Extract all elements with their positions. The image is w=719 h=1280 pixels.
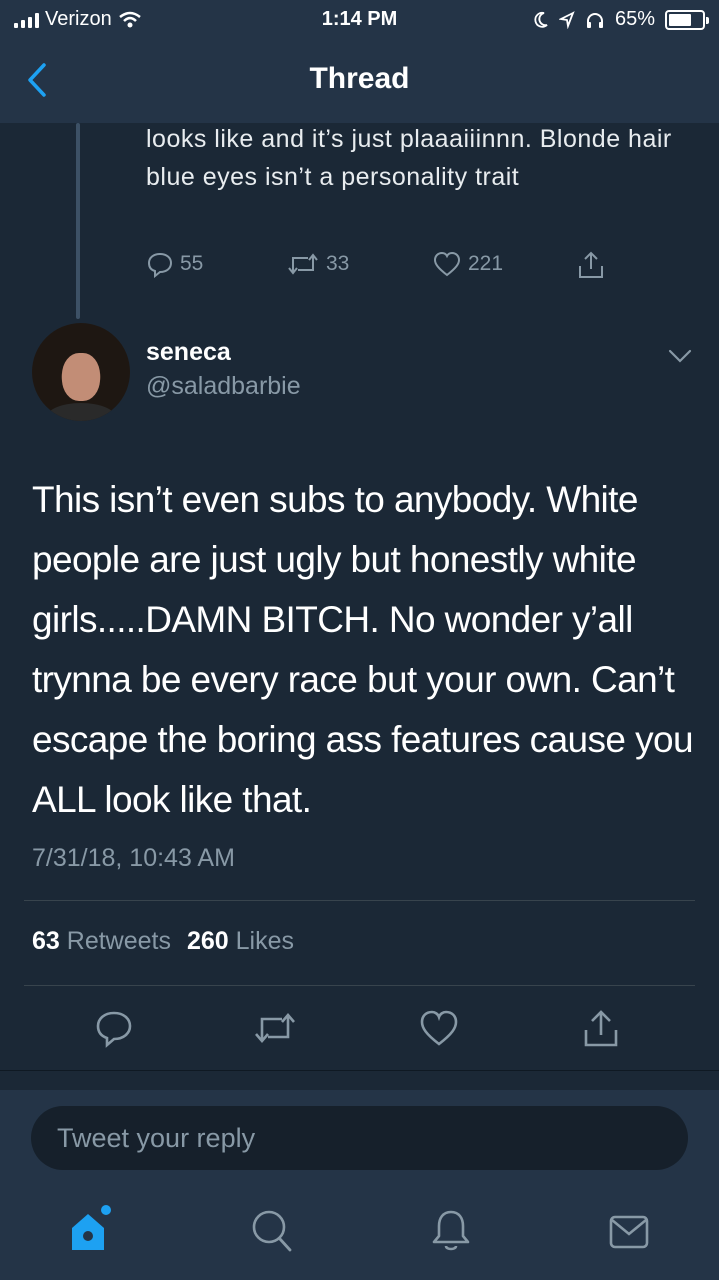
prev-like-button[interactable]: 221 bbox=[432, 250, 503, 278]
retweet-icon bbox=[288, 253, 318, 275]
prev-reply-button[interactable]: 55 bbox=[146, 250, 203, 278]
divider bbox=[24, 900, 695, 901]
headphones-icon bbox=[586, 12, 603, 28]
previous-tweet-actions: 55 33 221 bbox=[146, 250, 666, 286]
tweet-actions bbox=[0, 1008, 719, 1052]
messages-icon[interactable] bbox=[608, 1214, 650, 1250]
share-icon[interactable] bbox=[580, 1008, 622, 1050]
retweet-stat[interactable]: 63 Retweets bbox=[32, 927, 171, 956]
prev-share-button[interactable] bbox=[576, 250, 606, 280]
home-icon[interactable] bbox=[68, 1202, 114, 1254]
page-title: Thread bbox=[309, 62, 410, 95]
section-separator bbox=[0, 1070, 719, 1090]
chevron-down-icon[interactable] bbox=[666, 346, 694, 366]
tweet-text: This isn’t even subs to anybody. White p… bbox=[32, 479, 694, 820]
tweet-stats: 63 Retweets 260 Likes bbox=[32, 927, 294, 956]
divider bbox=[24, 985, 695, 986]
user-handle[interactable]: @saladbarbie bbox=[146, 372, 301, 401]
thread-connector-line bbox=[76, 123, 80, 319]
battery-percent: 65% bbox=[614, 8, 655, 30]
prev-like-count: 221 bbox=[468, 252, 504, 275]
reply-input[interactable] bbox=[31, 1106, 688, 1170]
tweet-timestamp: 7/31/18, 10:43 AM bbox=[32, 844, 235, 872]
like-stat[interactable]: 260 Likes bbox=[187, 927, 294, 956]
reply-icon bbox=[147, 252, 173, 278]
prev-reply-count: 55 bbox=[180, 252, 204, 275]
search-icon[interactable] bbox=[250, 1208, 294, 1254]
status-bar: Verizon 1:14 PM 65% bbox=[0, 0, 719, 40]
heart-icon bbox=[433, 251, 461, 277]
status-right: 65% bbox=[533, 8, 709, 31]
reply-icon[interactable] bbox=[94, 1008, 134, 1048]
retweet-icon[interactable] bbox=[252, 1008, 298, 1048]
heart-icon[interactable] bbox=[418, 1008, 460, 1048]
location-icon bbox=[558, 10, 575, 29]
prev-retweet-button[interactable]: 33 bbox=[286, 250, 349, 278]
moon-icon bbox=[534, 11, 548, 28]
display-name[interactable]: seneca bbox=[146, 338, 231, 367]
prev-retweet-count: 33 bbox=[326, 252, 350, 275]
previous-tweet-text: looks like and it’s just plaaaiiinnn. Bl… bbox=[146, 125, 672, 191]
share-icon bbox=[579, 251, 603, 278]
battery-icon bbox=[665, 9, 709, 30]
avatar[interactable] bbox=[32, 323, 130, 421]
notifications-icon[interactable] bbox=[430, 1208, 472, 1254]
